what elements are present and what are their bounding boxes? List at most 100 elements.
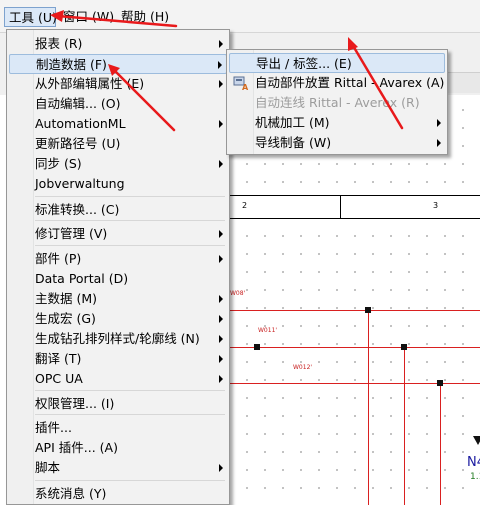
menu-item-label: 机械加工 (M) <box>255 115 330 130</box>
device-tag: N4 <box>467 455 480 470</box>
tools-menu-item[interactable]: Data Portal (D) <box>9 269 227 289</box>
rittal-place-icon: A <box>233 76 249 91</box>
connection-node[interactable] <box>437 380 443 386</box>
submenu-arrow-icon <box>219 80 223 88</box>
tools-menu-item[interactable]: 主数据 (M) <box>9 289 227 309</box>
menu-item-label: API 插件... (A) <box>35 440 118 455</box>
column-number: 3 <box>433 201 439 210</box>
tools-menu-item[interactable]: AutomationML <box>9 114 227 134</box>
submenu-arrow-icon <box>219 355 223 363</box>
tools-menu-item[interactable]: 从外部编辑属性 (E) <box>9 74 227 94</box>
submenu-item[interactable]: A 自动部件放置 Rittal - Avarex (A) <box>229 73 445 93</box>
menu-separator <box>35 245 225 246</box>
menu-item-label: OPC UA <box>35 371 83 386</box>
wire-label: W012' <box>293 364 313 371</box>
menu-item-label: 翻译 (T) <box>35 351 82 366</box>
menu-item-label: 主数据 (M) <box>35 291 98 306</box>
submenu-item[interactable]: 导出 / 标签... (E) <box>229 53 445 73</box>
device-subtag: 1.1 <box>470 472 480 482</box>
menu-item-label: Jobverwaltung <box>35 176 125 191</box>
menu-item-label: 自动连线 Rittal - Averex (R) <box>255 95 420 110</box>
connection-node[interactable] <box>401 344 407 350</box>
submenu-arrow-icon <box>219 230 223 238</box>
menu-item-label: 自动编辑... (O) <box>35 96 121 111</box>
manufacturing-data-submenu: 导出 / 标签... (E) A 自动部件放置 Rittal - Avarex (A… <box>226 49 448 155</box>
menu-separator <box>35 196 225 197</box>
menu-item-label: 导线制备 (W) <box>255 135 332 150</box>
submenu-arrow-icon <box>219 295 223 303</box>
submenu-arrow-icon <box>437 119 441 127</box>
menu-window[interactable]: 窗口 (W) <box>60 7 117 27</box>
tools-menu-item[interactable]: 插件... <box>9 418 227 438</box>
svg-text:A: A <box>242 83 249 91</box>
menu-item-label: 插件... <box>35 420 72 435</box>
submenu-arrow-icon <box>219 464 223 472</box>
toolbar-row <box>448 72 480 93</box>
tools-menu-item[interactable]: 部件 (P) <box>9 249 227 269</box>
menu-item-label: 更新路径号 (U) <box>35 136 121 151</box>
menu-item-label: AutomationML <box>35 116 126 131</box>
tools-menu-item[interactable]: 翻译 (T) <box>9 349 227 369</box>
menu-help[interactable]: 帮助 (H) <box>118 7 172 27</box>
submenu-arrow-icon <box>219 120 223 128</box>
wire-line[interactable] <box>440 383 441 505</box>
wire-line[interactable] <box>228 347 480 348</box>
submenu-arrow-icon <box>219 335 223 343</box>
tools-menu-item[interactable]: 标准转换... (C) <box>9 200 227 220</box>
menu-separator <box>35 390 225 391</box>
menu-item-label: 报表 (R) <box>35 36 83 51</box>
tools-menu-item[interactable]: 修订管理 (V) <box>9 224 227 244</box>
menu-item-label: 部件 (P) <box>35 251 82 266</box>
tools-menu-item[interactable]: 生成钻孔排列样式/轮廓线 (N) <box>9 329 227 349</box>
connection-node[interactable] <box>254 344 260 350</box>
menu-item-label: 同步 (S) <box>35 156 82 171</box>
submenu-item[interactable]: 导线制备 (W) <box>229 133 445 153</box>
tools-menu-item[interactable]: 自动编辑... (O) <box>9 94 227 114</box>
menu-separator <box>35 480 225 481</box>
menu-item-label: 从外部编辑属性 (E) <box>35 76 145 91</box>
tools-menu-item[interactable]: 权限管理... (I) <box>9 394 227 414</box>
menu-item-label: 自动部件放置 Rittal - Avarex (A) <box>255 75 445 90</box>
menu-tools[interactable]: 工具 (U) <box>4 7 57 27</box>
tools-menu: 报表 (R) 制造数据 (F) 从外部编辑属性 (E) 自动编辑... (O) Auto… <box>6 29 230 505</box>
submenu-arrow-icon <box>218 61 222 69</box>
menu-item-label: 标准转换... (C) <box>35 202 120 217</box>
submenu-arrow-icon <box>219 40 223 48</box>
terminal-arrow-icon <box>473 436 480 445</box>
submenu-item[interactable]: 机械加工 (M) <box>229 113 445 133</box>
wire-line[interactable] <box>368 310 369 505</box>
tools-menu-item[interactable]: 同步 (S) <box>9 154 227 174</box>
connection-node[interactable] <box>365 307 371 313</box>
column-divider <box>340 196 341 218</box>
tools-menu-item[interactable]: 更新路径号 (U) <box>9 134 227 154</box>
tools-menu-item[interactable]: API 插件... (A) <box>9 438 227 458</box>
tools-menu-item[interactable]: 系统消息 (Y) <box>9 484 227 504</box>
menu-separator <box>35 220 225 221</box>
column-header-bar: 2 3 <box>228 195 480 219</box>
menu-item-label: 权限管理... (I) <box>35 396 115 411</box>
menu-item-label: 生成宏 (G) <box>35 311 96 326</box>
menu-item-label: 修订管理 (V) <box>35 226 108 241</box>
menu-item-label: 导出 / 标签... (E) <box>256 56 352 71</box>
wire-label: W08' <box>230 290 246 297</box>
submenu-item: 自动连线 Rittal - Averex (R) <box>229 93 445 113</box>
tools-menu-item[interactable]: 报表 (R) <box>9 34 227 54</box>
submenu-arrow-icon <box>219 255 223 263</box>
menu-item-label: 制造数据 (F) <box>36 57 107 72</box>
tools-menu-item[interactable]: 制造数据 (F) <box>9 54 227 74</box>
tools-menu-item[interactable]: OPC UA <box>9 369 227 389</box>
submenu-arrow-icon <box>219 160 223 168</box>
tools-menu-item[interactable]: 生成宏 (G) <box>9 309 227 329</box>
submenu-arrow-icon <box>219 315 223 323</box>
submenu-arrow-icon <box>437 139 441 147</box>
menu-item-label: 系统消息 (Y) <box>35 486 107 501</box>
menu-item-label: 脚本 <box>35 460 61 475</box>
wire-line[interactable] <box>404 347 405 505</box>
wire-line[interactable] <box>228 310 480 311</box>
wire-label: W011' <box>258 327 278 334</box>
column-number: 2 <box>242 201 248 210</box>
tools-menu-item[interactable]: Jobverwaltung <box>9 174 227 194</box>
tools-menu-item[interactable]: 脚本 <box>9 458 227 478</box>
submenu-arrow-icon <box>219 375 223 383</box>
menu-separator <box>35 414 225 415</box>
